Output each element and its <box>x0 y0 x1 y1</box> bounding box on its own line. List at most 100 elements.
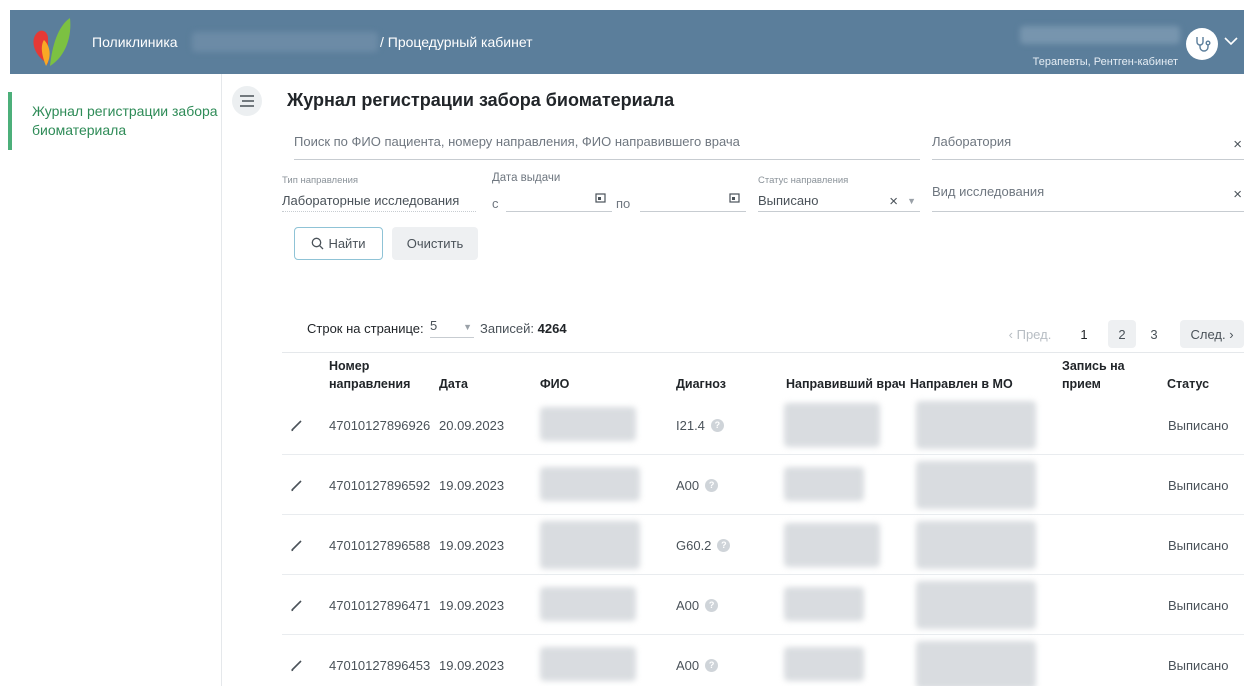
table-row[interactable]: 47010127896453 19.09.2023 A00 ? Выписано <box>282 635 1244 686</box>
cell-date: 19.09.2023 <box>439 597 505 613</box>
search-input[interactable]: Поиск по ФИО пациента, номеру направлени… <box>294 134 920 160</box>
app-header: Поликлиника / Процедурный кабинет Терапе… <box>10 10 1244 74</box>
edit-icon[interactable] <box>290 515 310 575</box>
cell-date: 20.09.2023 <box>439 417 505 433</box>
help-icon[interactable]: ? <box>705 598 719 612</box>
cell-number: 47010127896471 <box>329 597 431 613</box>
pagination-page-3[interactable]: 3 <box>1140 320 1168 348</box>
edit-icon[interactable] <box>290 455 310 515</box>
study-type-placeholder: Вид исследования <box>932 184 1045 199</box>
cell-doctor-redacted <box>784 467 864 501</box>
cell-doctor-redacted <box>784 403 880 447</box>
clear-laboratory-icon[interactable]: × <box>1233 136 1242 153</box>
column-header-number-line2: направления <box>329 377 411 391</box>
pagination-next[interactable]: След. › <box>1180 320 1244 348</box>
cell-date: 19.09.2023 <box>439 537 505 553</box>
direction-type-select[interactable]: Тип направления Лабораторные исследовани… <box>282 172 476 212</box>
date-from-label: с <box>492 196 499 211</box>
column-header-doctor[interactable]: Направивший врач <box>786 375 906 393</box>
cell-fio-redacted <box>540 407 636 441</box>
cell-date: 19.09.2023 <box>439 657 505 673</box>
hamburger-icon <box>240 95 254 107</box>
table-row[interactable]: 47010127896926 20.09.2023 I21.4 ? Выписа… <box>282 395 1244 455</box>
cell-doctor-redacted <box>784 647 864 681</box>
direction-type-value: Лабораторные исследования <box>282 193 460 208</box>
laboratory-placeholder: Лаборатория <box>932 134 1012 149</box>
help-icon[interactable]: ? <box>705 478 719 492</box>
pagination-page-1[interactable]: 1 <box>1070 320 1098 348</box>
column-header-status[interactable]: Статус <box>1167 375 1209 393</box>
cell-status: Выписано <box>1168 537 1229 553</box>
cell-number: 47010127896592 <box>329 477 431 493</box>
user-role: Терапевты, Рентген-кабинет <box>1032 56 1178 68</box>
cell-status: Выписано <box>1168 477 1229 493</box>
calendar-icon[interactable] <box>729 192 740 203</box>
rows-per-page-value: 5 <box>430 318 438 333</box>
find-button-label: Найти <box>328 236 366 251</box>
user-avatar[interactable] <box>1186 28 1218 60</box>
records-value: 4264 <box>537 321 567 336</box>
cell-status: Выписано <box>1168 417 1229 433</box>
cell-diagnosis: I21.4 ? <box>676 395 724 455</box>
date-to-input[interactable] <box>640 190 746 212</box>
pagination-prev[interactable]: ‹ Пред. <box>1000 320 1060 348</box>
help-icon[interactable]: ? <box>705 658 719 672</box>
edit-icon[interactable] <box>290 635 310 686</box>
find-button[interactable]: Найти <box>294 227 383 260</box>
help-icon[interactable]: ? <box>710 418 724 432</box>
user-name-redacted <box>1020 26 1180 44</box>
laboratory-select[interactable]: Лаборатория × <box>932 134 1244 160</box>
help-icon[interactable]: ? <box>717 538 731 552</box>
clear-button[interactable]: Очистить <box>392 227 478 260</box>
chevron-down-icon[interactable]: ▼ <box>907 196 916 206</box>
cell-fio-redacted <box>540 521 640 569</box>
column-header-appointment-line2: прием <box>1062 377 1101 391</box>
diagnosis-code: A00 <box>676 657 700 673</box>
table-row[interactable]: 47010127896588 19.09.2023 G60.2 ? Выписа… <box>282 515 1244 575</box>
date-from-input[interactable] <box>506 190 612 212</box>
edit-icon[interactable] <box>290 395 310 455</box>
clear-study-type-icon[interactable]: × <box>1233 186 1242 203</box>
chevron-down-icon: ▼ <box>463 322 472 332</box>
cell-mo-redacted <box>916 461 1036 509</box>
clear-status-icon[interactable]: × <box>889 193 898 210</box>
study-type-select[interactable]: Вид исследования × <box>932 184 1244 212</box>
column-header-date[interactable]: Дата <box>439 375 468 393</box>
cell-number: 47010127896588 <box>329 537 431 553</box>
org-name-redacted <box>192 32 378 52</box>
cell-fio-redacted <box>540 467 640 501</box>
column-header-fio[interactable]: ФИО <box>540 375 569 393</box>
search-placeholder: Поиск по ФИО пациента, номеру направлени… <box>294 134 740 149</box>
table-row[interactable]: 47010127896471 19.09.2023 A00 ? Выписано <box>282 575 1244 635</box>
cell-mo-redacted <box>916 401 1036 449</box>
cell-mo-redacted <box>916 521 1036 569</box>
cell-fio-redacted <box>540 587 636 621</box>
date-to-label: по <box>616 196 631 211</box>
records-label: Записей: <box>480 321 534 336</box>
sidebar-item-biomaterial-journal[interactable]: Журнал регистрации забора биоматериала <box>8 92 221 150</box>
cell-mo-redacted <box>916 641 1036 686</box>
app-name: Поликлиника <box>92 34 178 50</box>
stethoscope-icon <box>1196 37 1211 52</box>
cell-fio-redacted <box>540 647 636 681</box>
cabinet-name: / Процедурный кабинет <box>380 34 533 50</box>
rows-per-page-select[interactable]: 5 ▼ <box>430 316 474 338</box>
column-header-number[interactable]: Номер направления <box>329 357 410 393</box>
edit-icon[interactable] <box>290 575 310 635</box>
diagnosis-code: G60.2 <box>676 537 712 553</box>
page-title: Журнал регистрации забора биоматериала <box>287 90 675 110</box>
cell-date: 19.09.2023 <box>439 477 505 493</box>
column-header-mo[interactable]: Направлен в МО <box>910 375 1013 393</box>
cell-doctor-redacted <box>784 587 864 621</box>
diagnosis-code: A00 <box>676 477 700 493</box>
column-header-appointment[interactable]: Запись на прием <box>1062 357 1125 393</box>
menu-toggle-button[interactable] <box>232 86 262 116</box>
column-header-diagnosis[interactable]: Диагноз <box>676 375 726 393</box>
direction-status-select[interactable]: Статус направления Выписано × ▼ <box>758 172 920 212</box>
chevron-down-icon[interactable] <box>1224 36 1238 46</box>
cell-diagnosis: A00 ? <box>676 635 719 686</box>
pagination-page-2[interactable]: 2 <box>1108 320 1136 348</box>
cell-number: 47010127896453 <box>329 657 431 673</box>
table-row[interactable]: 47010127896592 19.09.2023 A00 ? Выписано <box>282 455 1244 515</box>
calendar-icon[interactable] <box>595 192 606 203</box>
